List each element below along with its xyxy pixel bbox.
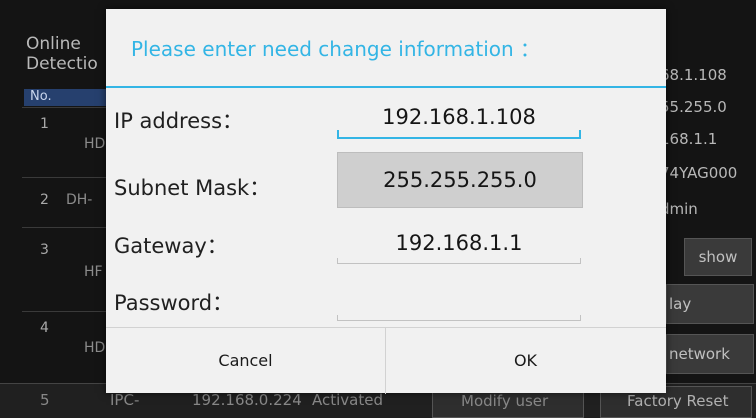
table-header: No. (24, 89, 108, 106)
app-title-line2: Detectio (26, 54, 98, 74)
table-row[interactable]: 4 HD (22, 311, 112, 384)
table-row[interactable]: 2 DH- (22, 177, 112, 228)
device-ip-value: 68.1.108 (660, 66, 727, 84)
password-input[interactable] (337, 280, 581, 321)
table-header-no: No. (30, 89, 52, 104)
row-name: HD (84, 136, 106, 152)
dialog-button-bar: Cancel OK (106, 327, 666, 394)
row-number: 1 (40, 116, 49, 132)
title-divider (106, 86, 666, 88)
device-gateway-value: 168.1.1 (660, 130, 718, 148)
gateway-label: Gateway： (114, 234, 228, 258)
row-number: 4 (40, 320, 49, 336)
device-serial-value: 74YAG000 (660, 164, 738, 182)
ok-button[interactable]: OK (386, 328, 665, 394)
device-mask-value: 55.255.0 (660, 98, 727, 116)
app-title: Online Detectio (26, 34, 98, 74)
row-number: 5 (40, 391, 50, 409)
play-button[interactable]: lay (666, 284, 754, 324)
app-title-line1: Online (26, 34, 81, 54)
modify-network-button[interactable]: network (666, 334, 754, 374)
password-label: Password： (114, 291, 234, 315)
row-number: 3 (40, 242, 49, 258)
subnet-mask-input[interactable]: 255.255.255.0 (337, 152, 583, 208)
row-number: 2 (40, 192, 49, 208)
show-label: show (698, 248, 738, 266)
dialog-title: Please enter need change information ： (131, 37, 541, 61)
subnet-mask-label: Subnet Mask： (114, 176, 271, 200)
factory-reset-label: Factory Reset (627, 392, 729, 410)
table-row[interactable]: 1 HD (22, 107, 112, 178)
gateway-input[interactable]: 192.168.1.1 (337, 223, 581, 264)
ip-address-input[interactable]: 192.168.1.108 (337, 97, 581, 139)
table-row[interactable]: 3 HF (22, 227, 112, 312)
show-password-button[interactable]: show (684, 238, 752, 276)
change-info-dialog: Please enter need change information ： I… (106, 9, 666, 394)
play-label: lay (669, 295, 692, 313)
modify-user-label: Modify user (461, 392, 549, 410)
cancel-button[interactable]: Cancel (106, 328, 386, 394)
row-name: DH- (66, 192, 93, 208)
ip-address-label: IP address： (114, 109, 244, 133)
row-name: HF (84, 264, 103, 280)
row-name: HD (84, 340, 106, 356)
network-label: network (669, 345, 730, 363)
